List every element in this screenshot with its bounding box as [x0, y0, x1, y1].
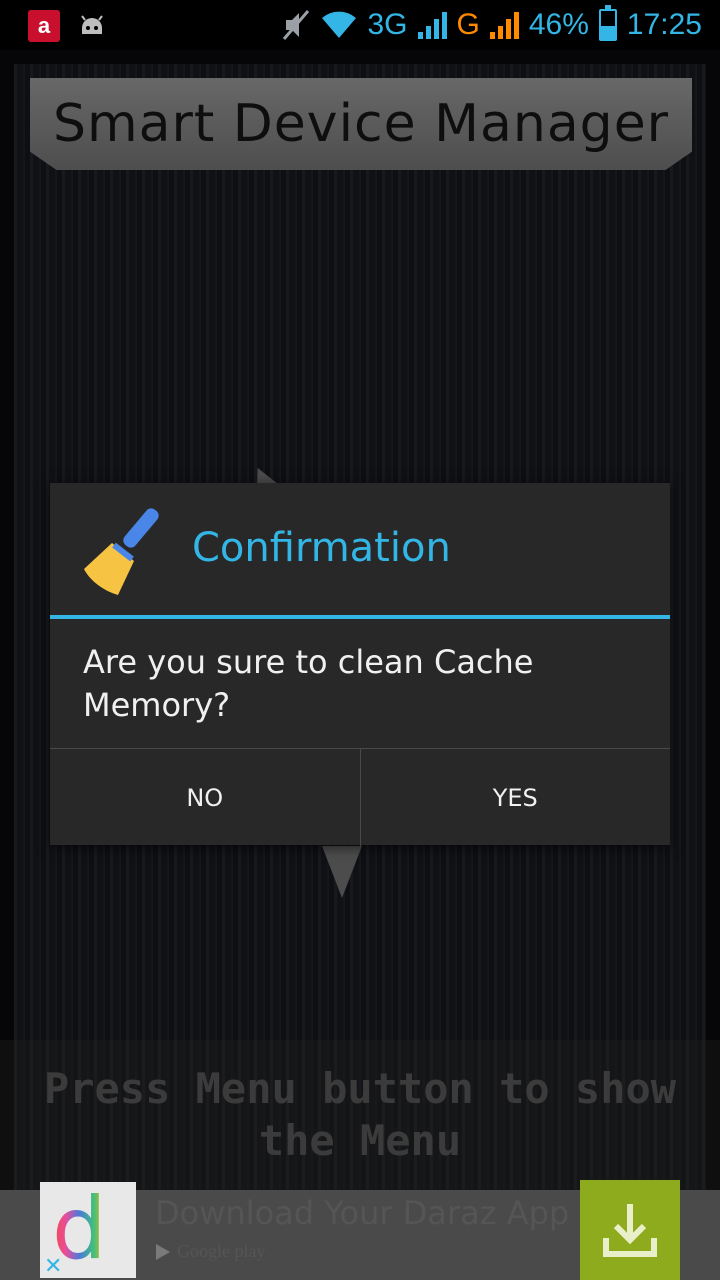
no-button[interactable]: NO	[50, 749, 360, 846]
avira-icon: a	[28, 10, 60, 42]
dialog-title: Confirmation	[192, 525, 451, 571]
status-bar: a 3G G 46% 17:25	[0, 0, 720, 50]
ad-store-label: Google play	[177, 1241, 266, 1261]
dialog-message: Are you sure to clean Cache Memory?	[83, 643, 534, 724]
wifi-icon	[321, 11, 356, 38]
network2-label: G	[456, 8, 480, 41]
signal-icon-sim2	[489, 11, 519, 39]
google-play-icon	[156, 1243, 170, 1260]
dialog-divider	[50, 615, 670, 619]
dialog-header: Confirmation	[50, 483, 670, 615]
network1-label: 3G	[367, 8, 408, 41]
broom-icon	[84, 508, 159, 595]
ad-close-icon[interactable]: ✕	[44, 1254, 62, 1279]
battery-percent: 46%	[528, 8, 589, 41]
mute-icon	[282, 10, 309, 40]
dialog-buttons: NO YES	[50, 748, 670, 846]
yes-button[interactable]: YES	[359, 749, 671, 846]
signal-icon	[417, 11, 447, 39]
confirmation-dialog: Confirmation Are you sure to clean Cache…	[50, 483, 670, 846]
battery-charging-icon	[598, 5, 617, 41]
download-icon	[603, 1204, 657, 1257]
ad-store: Google play	[155, 1241, 265, 1262]
android-debug-icon	[81, 15, 103, 34]
clock: 17:25	[626, 8, 702, 41]
ad-download-button[interactable]	[580, 1180, 680, 1280]
ad-title[interactable]: Download Your Daraz App	[155, 1194, 569, 1232]
